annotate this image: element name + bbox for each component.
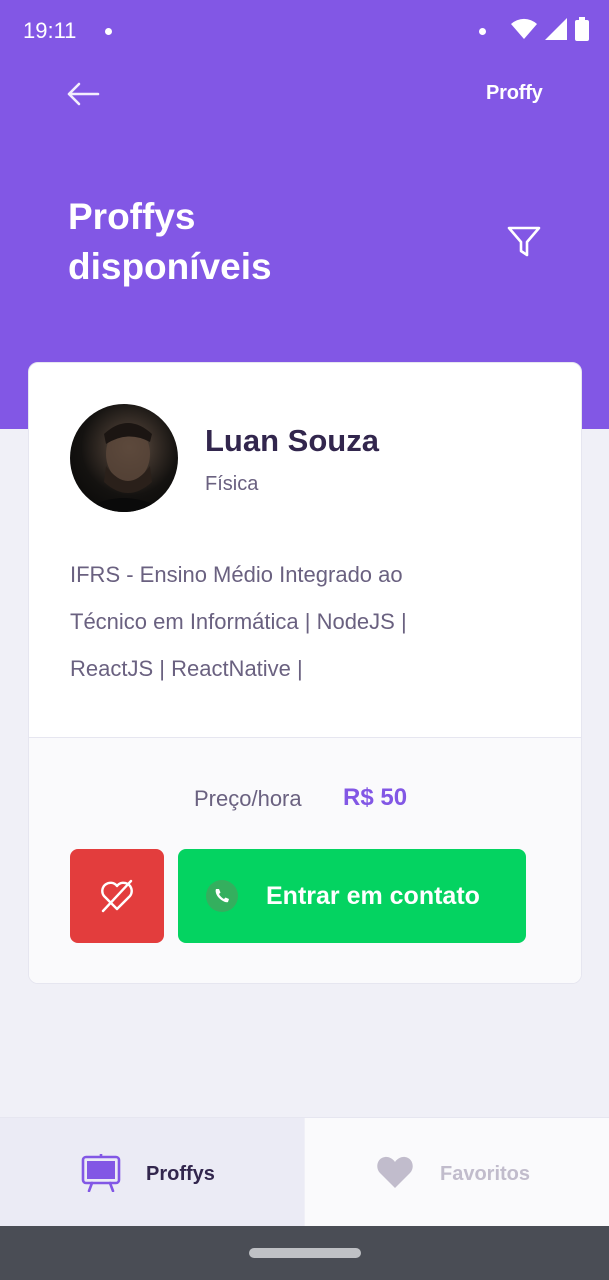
wifi-icon (511, 18, 537, 39)
heart-outline-icon (101, 879, 133, 913)
contact-button[interactable]: Entrar em contato (178, 849, 526, 943)
heart-icon (377, 1156, 413, 1188)
notification-dot-icon (479, 28, 486, 35)
avatar (70, 404, 178, 512)
page-title-line: Proffys (68, 196, 196, 237)
battery-icon (575, 17, 589, 41)
tab-proffys[interactable]: Proffys (0, 1118, 304, 1227)
status-icons (511, 17, 589, 41)
signal-icon (545, 18, 567, 40)
avatar-photo (80, 423, 168, 512)
easel-icon (81, 1154, 121, 1192)
teacher-subject: Física (205, 473, 259, 495)
bio-line: Técnico em Informática | NodeJS | (70, 609, 407, 634)
teacher-card: Luan Souza Física IFRS - Ensino Médio In… (28, 362, 582, 984)
tab-label: Favoritos (440, 1163, 531, 1185)
tab-label: Proffys (146, 1163, 215, 1185)
brand-logo: Proffy (486, 82, 543, 104)
price-label: Preço/hora (194, 786, 302, 811)
whatsapp-icon (206, 880, 238, 912)
bio-line: ReactJS | ReactNative | (70, 656, 303, 681)
arrow-left-icon (67, 82, 100, 106)
home-gesture-handle[interactable] (249, 1248, 361, 1258)
bottom-tab-bar: Proffys Favoritos (0, 1117, 609, 1227)
unfavorite-button[interactable] (70, 849, 164, 943)
bio-line: IFRS - Ensino Médio Integrado ao (70, 562, 403, 587)
filter-icon (507, 226, 541, 257)
teacher-name: Luan Souza (205, 423, 379, 458)
price-value: R$ 50 (343, 784, 408, 811)
page-title: Proffys disponíveis (68, 192, 428, 292)
page-title-line: disponíveis (68, 246, 272, 287)
tab-favoritos[interactable]: Favoritos (305, 1118, 609, 1227)
filter-button[interactable] (504, 222, 544, 262)
card-footer: Preço/hora R$ 50 Entrar em contato (29, 737, 581, 983)
contact-button-label: Entrar em contato (266, 882, 480, 910)
status-time: 19:11 (23, 18, 77, 43)
teacher-bio: IFRS - Ensino Médio Integrado ao Técnico… (70, 551, 540, 692)
system-navigation-bar (0, 1226, 609, 1280)
back-button[interactable] (62, 76, 104, 112)
notification-dot-icon (105, 28, 112, 35)
status-bar: 19:11 (0, 0, 609, 62)
